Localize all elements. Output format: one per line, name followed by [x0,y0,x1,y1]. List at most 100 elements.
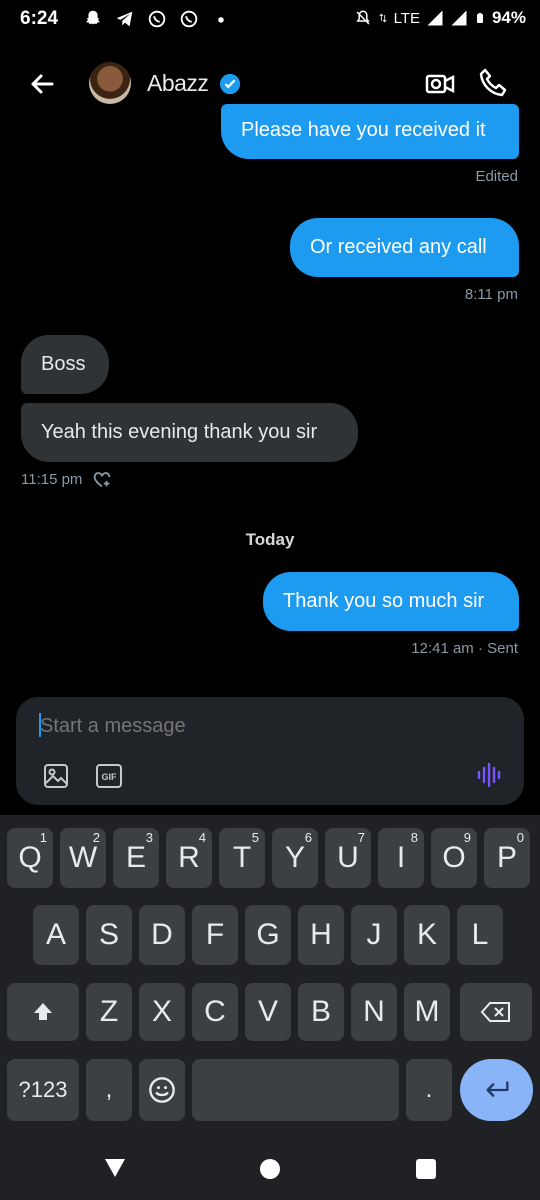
comma-key[interactable]: , [86,1059,132,1121]
verified-badge-icon [219,73,241,95]
key-number-hint: 6 [304,830,312,845]
key-number-hint: 5 [251,830,259,845]
key-m[interactable]: M [404,983,450,1041]
key-y[interactable]: Y6 [272,828,318,888]
message-bubble-incoming[interactable]: Boss [21,335,109,394]
battery-percent: 94% [491,8,526,27]
key-t[interactable]: T5 [219,828,265,888]
message-bubble-outgoing[interactable]: Please have you received it [221,104,519,159]
message-text: Boss [41,353,86,375]
message-timestamp: 11:15 pm [21,471,83,488]
key-w[interactable]: W2 [60,828,106,888]
symbols-key[interactable]: ?123 [7,1059,79,1121]
key-r[interactable]: R4 [166,828,212,888]
key-j[interactable]: J [351,905,397,965]
message-input[interactable] [40,712,480,740]
message-text: Or received any call [310,236,487,258]
data-transfer-icon [378,13,387,23]
status-bar: 6:24 LTE 94% [0,0,540,40]
key-number-hint: 7 [357,830,365,845]
message-status: 12:41 am · Sent [411,640,518,657]
nav-back-icon[interactable] [103,1157,127,1179]
key-x[interactable]: X [139,983,185,1041]
mute-icon [355,10,370,25]
key-label: A [45,918,66,951]
shift-key[interactable] [7,983,79,1041]
back-arrow-icon[interactable] [26,68,58,100]
key-k[interactable]: K [404,905,450,965]
system-navigation-bar [0,1143,540,1200]
key-number-hint: 1 [39,830,47,845]
enter-key[interactable] [460,1059,533,1121]
key-o[interactable]: O9 [431,828,477,888]
key-label: X [151,995,172,1028]
message-bubble-outgoing[interactable]: Thank you so much sir [263,572,519,631]
video-call-icon[interactable] [424,68,456,100]
key-i[interactable]: I8 [378,828,424,888]
whatsapp-business-icon [180,10,198,28]
key-c[interactable]: C [192,983,238,1041]
key-label: E [125,841,146,874]
status-time: 6:24 [20,8,59,29]
network-type: LTE [393,9,420,27]
key-label: O [442,841,466,874]
key-number-hint: 0 [516,830,524,845]
more-notifications-dot-icon [218,17,224,23]
space-key[interactable] [192,1059,399,1121]
key-v[interactable]: V [245,983,291,1041]
svg-text:GIF: GIF [102,772,118,782]
key-z[interactable]: Z [86,983,132,1041]
key-label: Y [284,841,305,874]
key-q[interactable]: Q1 [7,828,53,888]
key-a[interactable]: A [33,905,79,965]
avatar[interactable] [89,62,131,104]
phone-call-icon[interactable] [477,66,509,100]
key-g[interactable]: G [245,905,291,965]
key-number-hint: 3 [145,830,153,845]
key-p[interactable]: P0 [484,828,530,888]
backspace-key[interactable] [460,983,532,1041]
key-f[interactable]: F [192,905,238,965]
image-icon[interactable] [43,763,69,789]
message-timestamp: 8:11 pm [464,286,518,303]
key-label: R [178,841,200,874]
key-u[interactable]: U7 [325,828,371,888]
key-label: F [205,918,225,951]
message-text: Please have you received it [241,119,486,141]
key-d[interactable]: D [139,905,185,965]
key-label: S [98,918,119,951]
backspace-icon [480,1002,510,1022]
key-n[interactable]: N [351,983,397,1041]
key-label: J [366,918,382,951]
voice-message-icon[interactable] [476,761,502,789]
key-s[interactable]: S [86,905,132,965]
comma-key-label: , [105,1076,113,1103]
key-number-hint: 2 [92,830,100,845]
contact-name[interactable]: Abazz [147,70,209,97]
key-number-hint: 8 [410,830,418,845]
key-l[interactable]: L [457,905,503,965]
period-key[interactable]: . [406,1059,452,1121]
key-label: Q [18,841,42,874]
key-label: B [310,995,331,1028]
key-b[interactable]: B [298,983,344,1041]
date-separator: Today [245,530,295,549]
gif-icon[interactable]: GIF [96,764,122,788]
key-label: I [396,841,406,874]
message-text: Thank you so much sir [283,590,485,612]
period-key-label: . [425,1076,433,1103]
signal-icon-2 [451,10,467,26]
key-label: U [337,841,359,874]
key-label: G [256,918,280,951]
message-bubble-incoming[interactable]: Yeah this evening thank you sir [21,403,358,462]
message-bubble-outgoing[interactable]: Or received any call [290,218,519,277]
react-heart-plus-icon[interactable] [91,468,113,490]
snapchat-icon [86,10,100,25]
emoji-key[interactable] [139,1059,185,1121]
nav-recents-icon[interactable] [416,1159,436,1179]
nav-home-icon[interactable] [260,1159,280,1179]
key-label: V [257,995,278,1028]
key-e[interactable]: E3 [113,828,159,888]
key-label: H [310,918,332,951]
key-h[interactable]: H [298,905,344,965]
